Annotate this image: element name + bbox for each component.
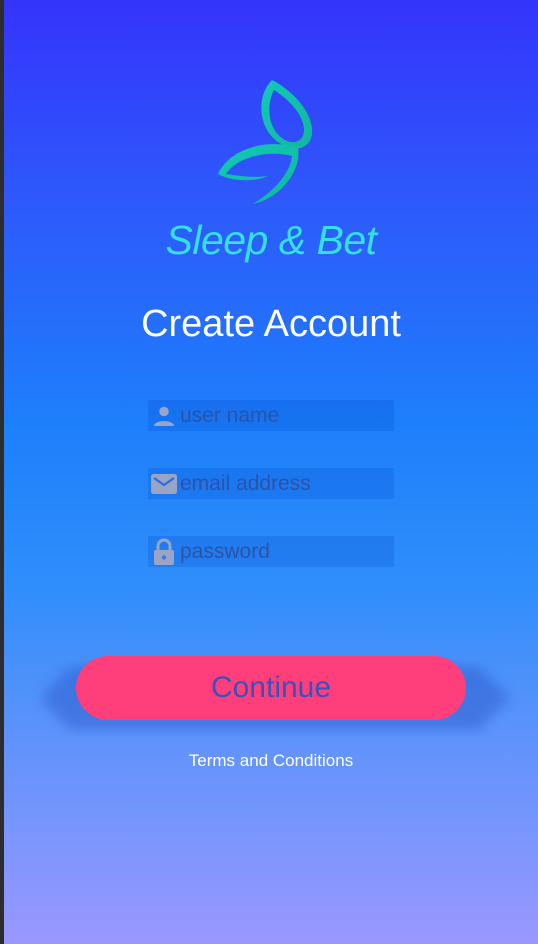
username-field[interactable] bbox=[148, 400, 394, 431]
mail-icon bbox=[150, 470, 178, 498]
email-input[interactable] bbox=[178, 471, 390, 496]
butterfly-logo-icon bbox=[218, 80, 313, 204]
continue-button[interactable]: Continue bbox=[76, 656, 466, 720]
password-field[interactable] bbox=[148, 536, 394, 567]
username-input[interactable] bbox=[178, 403, 390, 428]
email-field[interactable] bbox=[148, 468, 394, 499]
lock-icon bbox=[150, 538, 178, 566]
create-account-screen: Sleep & Bet Create Account user name ema… bbox=[4, 0, 538, 944]
brand-name: Sleep & Bet bbox=[165, 217, 377, 263]
terms-and-conditions-link[interactable]: Terms and Conditions bbox=[4, 750, 538, 772]
page-title: Create Account bbox=[141, 303, 401, 345]
device-screen: Sleep & Bet Create Account user name ema… bbox=[0, 0, 538, 944]
password-input[interactable] bbox=[178, 539, 390, 564]
person-icon bbox=[150, 402, 178, 430]
